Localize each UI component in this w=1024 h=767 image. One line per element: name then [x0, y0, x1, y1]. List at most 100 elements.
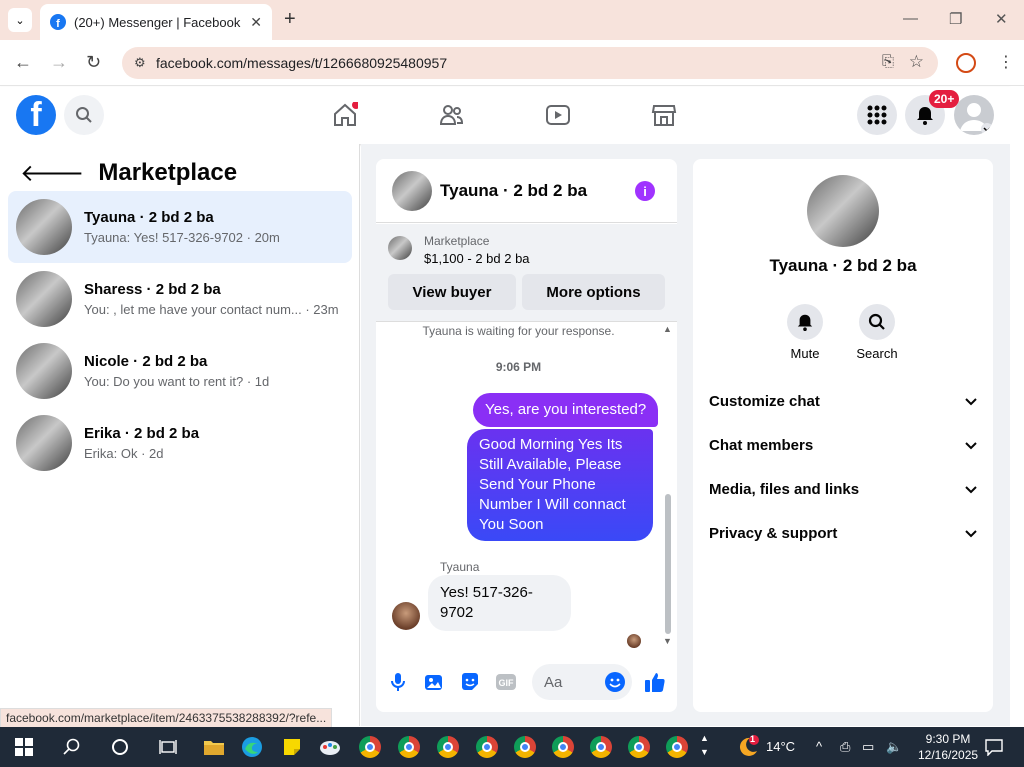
listing-thumbnail	[16, 343, 72, 399]
chrome-window-icon[interactable]	[511, 733, 539, 761]
close-tab-icon[interactable]: ✕	[250, 14, 262, 31]
menu-grid-icon[interactable]	[857, 95, 897, 135]
chrome-icon	[666, 736, 688, 758]
thumbs-up-like-icon[interactable]	[644, 671, 666, 693]
chrome-window-icon[interactable]	[356, 733, 384, 761]
conversation-name: Tyauna · 2 bd 2 ba	[84, 209, 214, 226]
paint-app-icon[interactable]	[316, 733, 344, 761]
chrome-window-icon[interactable]	[625, 733, 653, 761]
notification-center-icon[interactable]	[980, 733, 1008, 761]
reload-icon[interactable]: ↻	[86, 52, 101, 73]
thread-scrollbar[interactable]: ▲ ▼	[663, 324, 673, 646]
video-icon[interactable]	[544, 101, 572, 129]
conversation-list-panel: 🡐 Marketplace Tyauna · 2 bd 2 ba Tyauna:…	[0, 144, 360, 726]
weather-moon-icon[interactable]	[734, 733, 762, 761]
site-info-icon[interactable]: ⚙	[134, 55, 146, 71]
conversation-name: Nicole · 2 bd 2 ba	[84, 353, 208, 370]
info-icon[interactable]: i	[635, 181, 655, 201]
minimize-window-icon[interactable]: —	[903, 10, 918, 27]
system-message: Tyauna is waiting for your response.	[422, 324, 615, 338]
tab-search-button[interactable]: ⌄	[8, 8, 32, 32]
chrome-menu-icon[interactable]: ⋮	[998, 52, 1014, 72]
photo-gallery-icon[interactable]	[423, 671, 445, 693]
chrome-window-icon[interactable]	[395, 733, 423, 761]
outgoing-message[interactable]: Good Morning Yes Its Still Available, Pl…	[467, 429, 653, 541]
friends-icon[interactable]	[437, 101, 465, 129]
marketplace-icon[interactable]	[650, 101, 678, 129]
volume-icon[interactable]: 🔈	[886, 739, 902, 755]
facebook-logo-icon[interactable]: f	[16, 95, 56, 135]
page-scrollbar[interactable]	[1010, 87, 1024, 727]
more-options-button[interactable]: More options	[522, 274, 665, 310]
bookmark-star-icon[interactable]: ☆	[909, 52, 924, 72]
conversation-item[interactable]: Nicole · 2 bd 2 ba You: Do you want to r…	[8, 335, 352, 407]
conversation-item[interactable]: Tyauna · 2 bd 2 ba Tyauna: Yes! 517-326-…	[8, 191, 352, 263]
back-arrow-icon[interactable]: 🡐	[20, 158, 84, 188]
file-explorer-icon[interactable]	[200, 733, 228, 761]
chrome-window-icon[interactable]	[549, 733, 577, 761]
browser-tab-messenger[interactable]: f (20+) Messenger | Facebook ✕	[40, 4, 272, 40]
scroll-up-icon[interactable]: ▲	[663, 324, 672, 334]
weather-badge: 1	[750, 734, 756, 744]
clock-date: 12/16/2025	[918, 748, 979, 762]
view-buyer-button[interactable]: View buyer	[388, 274, 516, 310]
windows-start-icon[interactable]	[10, 733, 38, 761]
forward-arrow-icon[interactable]: →	[50, 52, 68, 73]
chrome-icon	[552, 736, 574, 758]
meet-now-icon[interactable]: ⎙	[840, 739, 850, 755]
panel-title: Marketplace	[98, 159, 238, 186]
chat-title: Tyauna · 2 bd 2 ba	[440, 180, 588, 200]
cortana-icon[interactable]	[106, 733, 134, 761]
contact-avatar[interactable]	[807, 175, 879, 247]
message-timestamp: 9:06 PM	[495, 360, 542, 374]
network-icon[interactable]: ▭	[862, 739, 874, 755]
svg-text:GIF: GIF	[499, 678, 515, 688]
message-placeholder: Aa	[544, 673, 563, 691]
new-tab-button[interactable]: +	[284, 8, 296, 31]
taskbar-search-icon[interactable]	[58, 733, 86, 761]
privacy-support-row[interactable]: Privacy & support	[709, 513, 977, 553]
chrome-window-icon[interactable]	[663, 733, 691, 761]
close-window-icon[interactable]: ✕	[995, 10, 1008, 28]
chat-members-row[interactable]: Chat members	[709, 425, 977, 465]
chat-header[interactable]: Tyauna · 2 bd 2 ba i	[376, 159, 677, 223]
chrome-window-icon[interactable]	[473, 733, 501, 761]
task-view-icon[interactable]	[154, 733, 182, 761]
conversation-preview: You: , let me have your contact num... ·…	[84, 302, 339, 317]
outgoing-message[interactable]: Yes, are you interested?	[473, 393, 659, 427]
sticky-notes-icon[interactable]	[278, 733, 306, 761]
show-hidden-icons-icon[interactable]: ^	[816, 739, 822, 754]
gif-icon[interactable]: GIF	[495, 671, 517, 693]
sender-avatar[interactable]	[392, 602, 420, 630]
incoming-message[interactable]: Yes! 517-326-9702	[428, 575, 571, 631]
conversation-item[interactable]: Sharess · 2 bd 2 ba You: , let me have y…	[8, 263, 352, 335]
edge-browser-icon[interactable]	[238, 733, 266, 761]
home-icon[interactable]	[331, 101, 359, 129]
taskbar-overflow-arrows-icon[interactable]: ▲ ▼	[700, 731, 709, 759]
microphone-icon[interactable]	[387, 671, 409, 693]
scrollbar-thumb[interactable]	[665, 494, 671, 634]
scroll-down-icon[interactable]: ▼	[663, 636, 672, 646]
account-avatar[interactable]	[954, 95, 994, 135]
conversation-item[interactable]: Erika · 2 bd 2 ba Erika: Ok · 2d	[8, 407, 352, 479]
marketplace-heading: 🡐 Marketplace	[20, 158, 237, 188]
chrome-window-icon[interactable]	[434, 733, 462, 761]
emoji-icon[interactable]	[604, 671, 626, 693]
browser-tab-strip: ⌄ f (20+) Messenger | Facebook ✕ + — ❐ ✕	[0, 0, 1024, 40]
system-clock[interactable]: 9:30 PM 12/16/2025	[918, 731, 978, 763]
chrome-window-icon[interactable]	[587, 733, 615, 761]
chrome-icon	[398, 736, 420, 758]
restore-window-icon[interactable]: ❐	[949, 10, 962, 28]
search-icon[interactable]	[64, 95, 104, 135]
chat-avatar	[392, 170, 432, 211]
media-files-links-row[interactable]: Media, files and links	[709, 469, 977, 509]
chrome-profile-icon[interactable]	[956, 53, 976, 73]
chrome-icon	[628, 736, 650, 758]
customize-chat-row[interactable]: Customize chat	[709, 381, 977, 421]
back-arrow-icon[interactable]: ←	[14, 52, 32, 73]
install-app-icon[interactable]: ⎘	[882, 53, 894, 70]
mute-button[interactable]: Mute	[775, 304, 835, 361]
address-bar[interactable]: ⚙ facebook.com/messages/t/12666809254809…	[122, 47, 938, 79]
search-in-chat-button[interactable]: Search	[847, 304, 907, 361]
sticker-icon[interactable]	[459, 671, 481, 693]
